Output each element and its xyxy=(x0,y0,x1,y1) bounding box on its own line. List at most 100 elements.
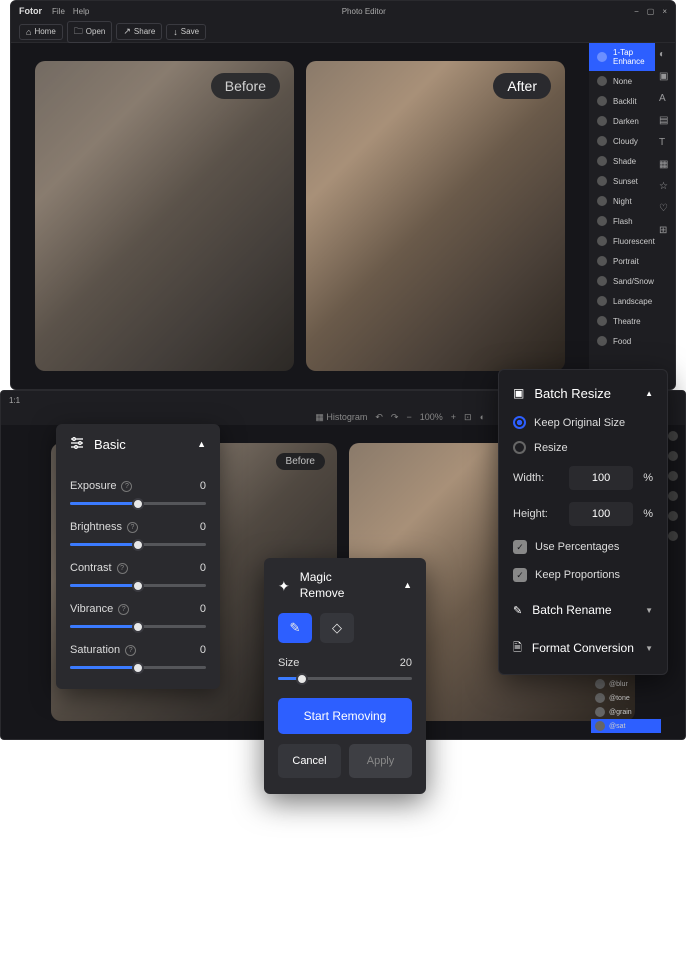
slider-thumb[interactable] xyxy=(296,673,308,685)
radio-keep-original[interactable]: Keep Original Size xyxy=(513,416,653,429)
open-button[interactable]: 🗀Open xyxy=(67,21,113,43)
saturation-slider[interactable] xyxy=(70,666,206,669)
tool-icon[interactable] xyxy=(668,471,678,481)
apply-button[interactable]: Apply xyxy=(349,744,412,778)
menu-help[interactable]: Help xyxy=(73,7,89,16)
zoom-in-icon[interactable]: + xyxy=(451,412,456,422)
slider-thumb[interactable] xyxy=(132,539,144,551)
batch-rename-header[interactable]: ✎ Batch Rename ▼ xyxy=(513,600,653,620)
brush-tool-button[interactable]: ✎ xyxy=(278,613,312,643)
help-icon[interactable]: ? xyxy=(118,604,129,615)
help-icon[interactable]: ? xyxy=(127,522,138,533)
folder-icon: 🗀 xyxy=(74,24,83,40)
frames-icon[interactable]: ▦ xyxy=(659,159,671,171)
preset-landscape[interactable]: Landscape xyxy=(589,291,675,311)
preset-icon xyxy=(597,336,607,346)
preset-icon xyxy=(597,296,607,306)
radio-icon xyxy=(513,416,526,429)
brightness-slider[interactable] xyxy=(70,543,206,546)
width-input[interactable]: 100 xyxy=(569,466,633,490)
help-icon[interactable]: ? xyxy=(121,481,132,492)
effects-icon[interactable]: T xyxy=(659,137,671,149)
chevron-up-icon: ▲ xyxy=(403,580,412,592)
start-removing-button[interactable]: Start Removing xyxy=(278,698,412,734)
titlebar: Fotor File Help Photo Editor − ▢ × xyxy=(11,1,675,21)
format-conversion-header[interactable]: 🗎 Format Conversion ▼ xyxy=(513,638,653,658)
histogram-button[interactable]: ▦ Histogram xyxy=(315,412,367,423)
save-button[interactable]: ↓Save xyxy=(166,24,206,40)
text-icon[interactable]: A xyxy=(659,93,671,105)
close-icon[interactable]: × xyxy=(662,7,667,16)
layer-swatch-icon xyxy=(595,693,605,703)
size-value: 20 xyxy=(400,657,412,669)
tool-icon[interactable] xyxy=(668,531,678,541)
preset-icon xyxy=(597,116,607,126)
undo-icon[interactable]: ↶ xyxy=(375,412,383,423)
layers-icon[interactable]: ▤ xyxy=(659,115,671,127)
batch-panel: ▣ Batch Resize ▲ Keep Original Size Resi… xyxy=(498,369,668,675)
batch-resize-header[interactable]: ▣ Batch Resize ▲ xyxy=(513,382,653,404)
crop-resize-icon: ▣ xyxy=(513,386,524,400)
compare-icon[interactable]: ◐ xyxy=(480,412,485,422)
check-keep-proportions[interactable]: ✓Keep Proportions xyxy=(513,568,653,582)
preset-icon xyxy=(597,96,607,106)
preset-icon xyxy=(597,276,607,286)
size-label: Size xyxy=(278,657,299,669)
slider-thumb[interactable] xyxy=(132,498,144,510)
after-photo[interactable]: After xyxy=(306,61,565,371)
maximize-icon[interactable]: ▢ xyxy=(647,7,655,16)
minimize-icon[interactable]: − xyxy=(634,7,639,16)
preset-food[interactable]: Food xyxy=(589,331,675,351)
help-icon[interactable]: ? xyxy=(117,563,128,574)
tool-icon[interactable] xyxy=(668,491,678,501)
adjust-icon[interactable]: ◐ xyxy=(659,49,671,61)
home-button[interactable]: ⌂Home xyxy=(19,24,63,40)
height-input[interactable]: 100 xyxy=(569,502,633,526)
layer-swatch-icon xyxy=(595,679,605,689)
help-icon[interactable]: ? xyxy=(125,645,136,656)
exposure-slider[interactable] xyxy=(70,502,206,505)
share-button[interactable]: ↗Share xyxy=(116,23,162,40)
stickers-icon[interactable]: ☆ xyxy=(659,181,671,193)
brush-icon: ✎ xyxy=(290,620,301,636)
share-icon: ↗ xyxy=(123,26,131,37)
radio-resize[interactable]: Resize xyxy=(513,441,653,454)
basic-title: Basic xyxy=(94,437,126,452)
preset-icon xyxy=(597,176,607,186)
check-use-percentages[interactable]: ✓Use Percentages xyxy=(513,540,653,554)
eraser-tool-button[interactable]: ◇ xyxy=(320,613,354,643)
cancel-button[interactable]: Cancel xyxy=(278,744,341,778)
slider-vibrance: Vibrance?0 xyxy=(70,603,206,628)
layer-item[interactable]: @grain xyxy=(591,705,661,719)
preset-icon xyxy=(597,52,607,62)
redo-icon[interactable]: ↷ xyxy=(391,412,399,423)
tool-icon[interactable] xyxy=(668,511,678,521)
preset-sandsnow[interactable]: Sand/Snow xyxy=(589,271,675,291)
contrast-slider[interactable] xyxy=(70,584,206,587)
slider-thumb[interactable] xyxy=(132,662,144,674)
menu-file[interactable]: File xyxy=(52,7,65,16)
basic-header[interactable]: Basic ▲ xyxy=(70,424,206,464)
layer-item[interactable]: @sat xyxy=(591,719,661,733)
size-slider[interactable] xyxy=(278,677,412,680)
wand-icon: ✦ xyxy=(278,577,290,595)
slider-thumb[interactable] xyxy=(132,621,144,633)
beauty-icon[interactable]: ♡ xyxy=(659,203,671,215)
magic-header[interactable]: ✦ MagicRemove ▲ xyxy=(278,570,412,601)
preset-theatre[interactable]: Theatre xyxy=(589,311,675,331)
zoom-out-icon[interactable]: − xyxy=(406,412,411,422)
after-badge: After xyxy=(493,73,551,99)
crop-icon[interactable]: ▣ xyxy=(659,71,671,83)
tool-icon[interactable] xyxy=(668,451,678,461)
collage-icon[interactable]: ⊞ xyxy=(659,225,671,237)
preset-portrait[interactable]: Portrait xyxy=(589,251,675,271)
chevron-up-icon: ▲ xyxy=(197,439,206,449)
preset-icon xyxy=(597,196,607,206)
before-photo[interactable]: Before xyxy=(35,61,294,371)
layer-item[interactable]: @tone xyxy=(591,691,661,705)
fit-icon[interactable]: ⊡ xyxy=(464,412,472,423)
tool-icon[interactable] xyxy=(668,431,678,441)
layer-item[interactable]: @blur xyxy=(591,677,661,691)
vibrance-slider[interactable] xyxy=(70,625,206,628)
slider-thumb[interactable] xyxy=(132,580,144,592)
